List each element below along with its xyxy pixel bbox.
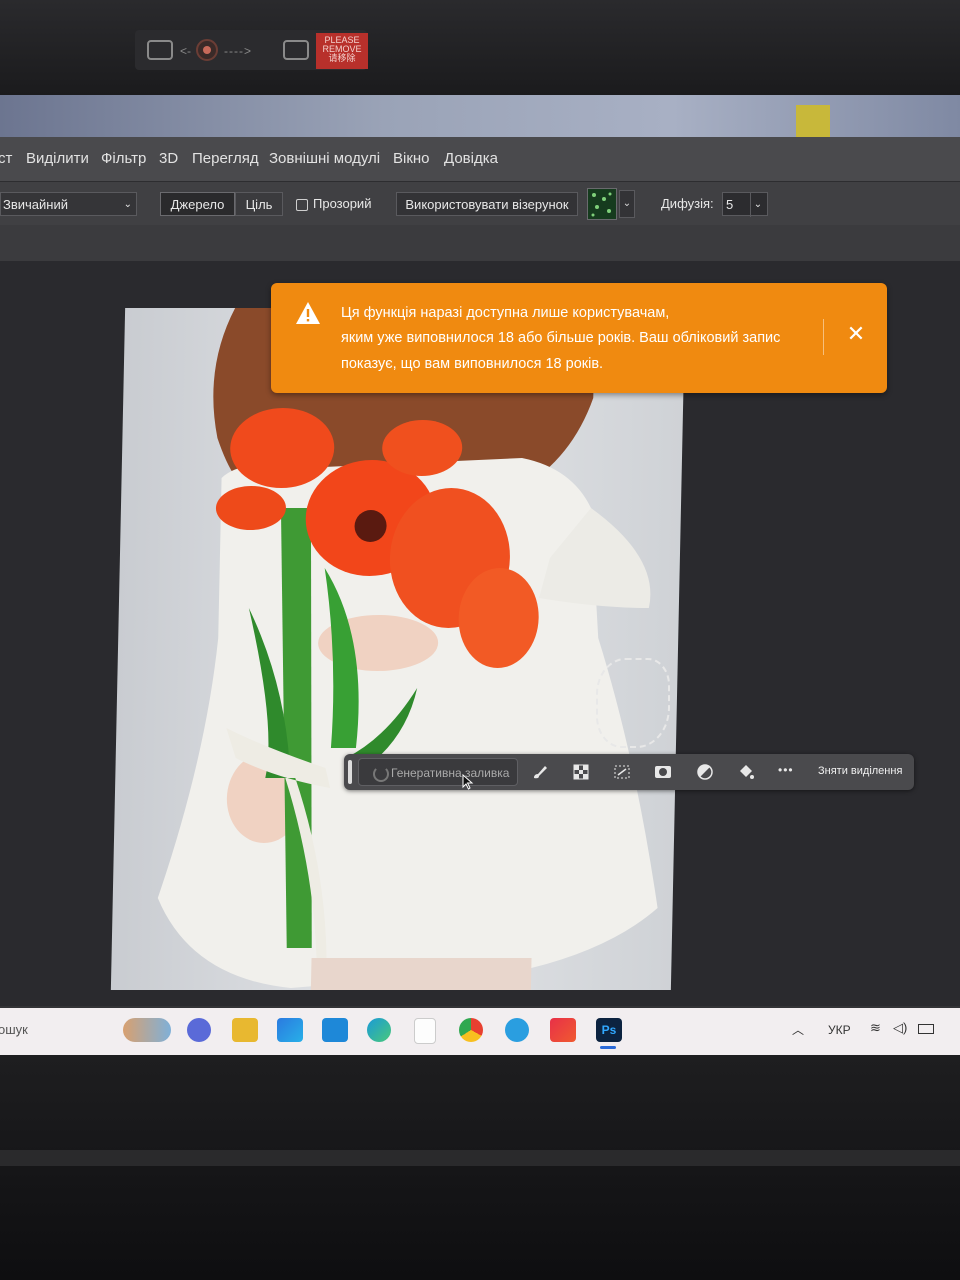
photoshop-app-icon[interactable]: Ps xyxy=(596,1018,622,1042)
camera-icon xyxy=(283,40,309,60)
remove-sticker: PLEASE REMOVE 请移除 xyxy=(316,33,368,69)
contextual-task-bar: Генеративна заливка ••• Зняти виділення xyxy=(344,754,914,790)
video-chat-icon[interactable] xyxy=(187,1018,211,1042)
laptop-hinge xyxy=(0,1150,960,1166)
chrome-browser-icon[interactable] xyxy=(459,1018,483,1042)
blend-mode-select[interactable]: Звичайний ⌄ xyxy=(0,192,137,216)
generative-fill-label: Генеративна заливка xyxy=(391,766,510,780)
menu-item-layer[interactable]: ст xyxy=(0,150,12,167)
windows-taskbar: ошук Ps ︿ УКР ≋ ◁) xyxy=(0,1008,960,1055)
use-pattern-button[interactable]: Використовувати візерунок xyxy=(396,192,578,216)
menu-item-plugins[interactable]: Зовнішні модулі xyxy=(269,150,380,167)
drag-handle[interactable] xyxy=(348,760,352,784)
more-options-button[interactable]: ••• xyxy=(778,763,794,777)
destination-toggle[interactable]: Ціль xyxy=(235,192,283,216)
adjustment-icon[interactable] xyxy=(695,762,715,782)
loading-spinner-icon xyxy=(373,766,389,782)
mask-icon[interactable] xyxy=(653,762,673,782)
laptop-screen: ст Виділити Фільтр 3D Перегляд Зовнішні … xyxy=(0,95,960,1055)
menu-item-3d[interactable]: 3D xyxy=(159,150,178,167)
diffusion-label: Дифузія: xyxy=(661,196,714,211)
transparent-checkbox[interactable] xyxy=(296,199,308,211)
transform-selection-icon[interactable] xyxy=(612,762,632,782)
chevron-up-icon[interactable]: ︿ xyxy=(792,1021,804,1038)
volume-icon[interactable]: ◁) xyxy=(893,1020,907,1036)
pattern-dropdown-chevron-icon[interactable]: ⌄ xyxy=(619,190,635,218)
chevron-down-icon: ⌄ xyxy=(750,193,765,217)
store-icon[interactable] xyxy=(277,1018,303,1042)
language-indicator[interactable]: УКР xyxy=(828,1023,851,1037)
pattern-preview-icon xyxy=(591,192,612,217)
photo-illustration xyxy=(157,308,658,990)
source-toggle[interactable]: Джерело xyxy=(160,192,235,216)
toast-message-line: Ця функція наразі доступна лише користув… xyxy=(341,305,670,321)
diffusion-select[interactable]: 5 ⌄ xyxy=(722,192,768,217)
telegram-icon[interactable] xyxy=(505,1018,529,1042)
age-notice-toast: Ця функція наразі доступна лише користув… xyxy=(271,283,887,393)
transparent-label: Прозорий xyxy=(313,196,372,211)
creative-cloud-icon[interactable] xyxy=(550,1018,576,1042)
wifi-icon[interactable]: ≋ xyxy=(870,1020,881,1036)
menu-item-filter[interactable]: Фільтр xyxy=(101,150,146,167)
widgets-icon[interactable] xyxy=(123,1018,171,1042)
pattern-swatch[interactable] xyxy=(587,188,617,220)
close-icon[interactable]: ✕ xyxy=(845,323,867,345)
toast-divider xyxy=(823,319,824,355)
checkerboard-icon[interactable] xyxy=(571,762,591,782)
blend-mode-value: Звичайний xyxy=(3,197,68,212)
app-thumbnail-icon[interactable] xyxy=(796,105,830,137)
camera-off-icon xyxy=(147,40,173,60)
webcam-lens-center xyxy=(203,46,211,54)
tool-options-bar: Звичайний ⌄ Джерело Ціль Прозорий Викори… xyxy=(0,181,960,226)
menu-item-select[interactable]: Виділити xyxy=(26,150,89,167)
arrow-left-icon: <- xyxy=(180,44,192,58)
battery-icon[interactable] xyxy=(918,1024,934,1034)
document-icon[interactable] xyxy=(414,1018,436,1044)
edge-browser-icon[interactable] xyxy=(367,1018,391,1042)
warning-icon xyxy=(296,302,320,324)
mail-icon[interactable] xyxy=(322,1018,348,1042)
legs xyxy=(310,958,532,990)
laptop-bezel-bottom xyxy=(0,1055,960,1280)
chevron-down-icon: ⌄ xyxy=(123,199,132,210)
menu-item-view[interactable]: Перегляд xyxy=(192,150,259,167)
generative-fill-button[interactable]: Генеративна заливка xyxy=(358,758,518,786)
toast-message-line: яким уже виповнилося 18 або більше років… xyxy=(341,330,781,346)
mouse-cursor-icon xyxy=(462,774,474,790)
sticker-line: 请移除 xyxy=(328,53,356,63)
diffusion-value: 5 xyxy=(726,197,734,212)
document-photo[interactable] xyxy=(110,308,686,990)
menu-item-window[interactable]: Вікно xyxy=(393,150,430,167)
arrow-right-icon: ----> xyxy=(224,44,252,58)
menu-bar: ст Виділити Фільтр 3D Перегляд Зовнішні … xyxy=(0,137,960,181)
deselect-button[interactable]: Зняти виділення xyxy=(818,765,902,777)
toast-message-line: показує, що вам виповнилося 18 років. xyxy=(341,356,604,372)
document-tab-strip xyxy=(0,225,960,261)
brush-icon[interactable] xyxy=(530,762,550,782)
menu-item-help[interactable]: Довідка xyxy=(444,150,498,167)
paint-bucket-icon[interactable] xyxy=(736,762,756,782)
selection-marquee[interactable] xyxy=(596,658,670,748)
active-app-indicator xyxy=(600,1046,616,1049)
file-explorer-icon[interactable] xyxy=(232,1018,258,1042)
taskbar-search[interactable]: ошук xyxy=(0,1022,28,1037)
